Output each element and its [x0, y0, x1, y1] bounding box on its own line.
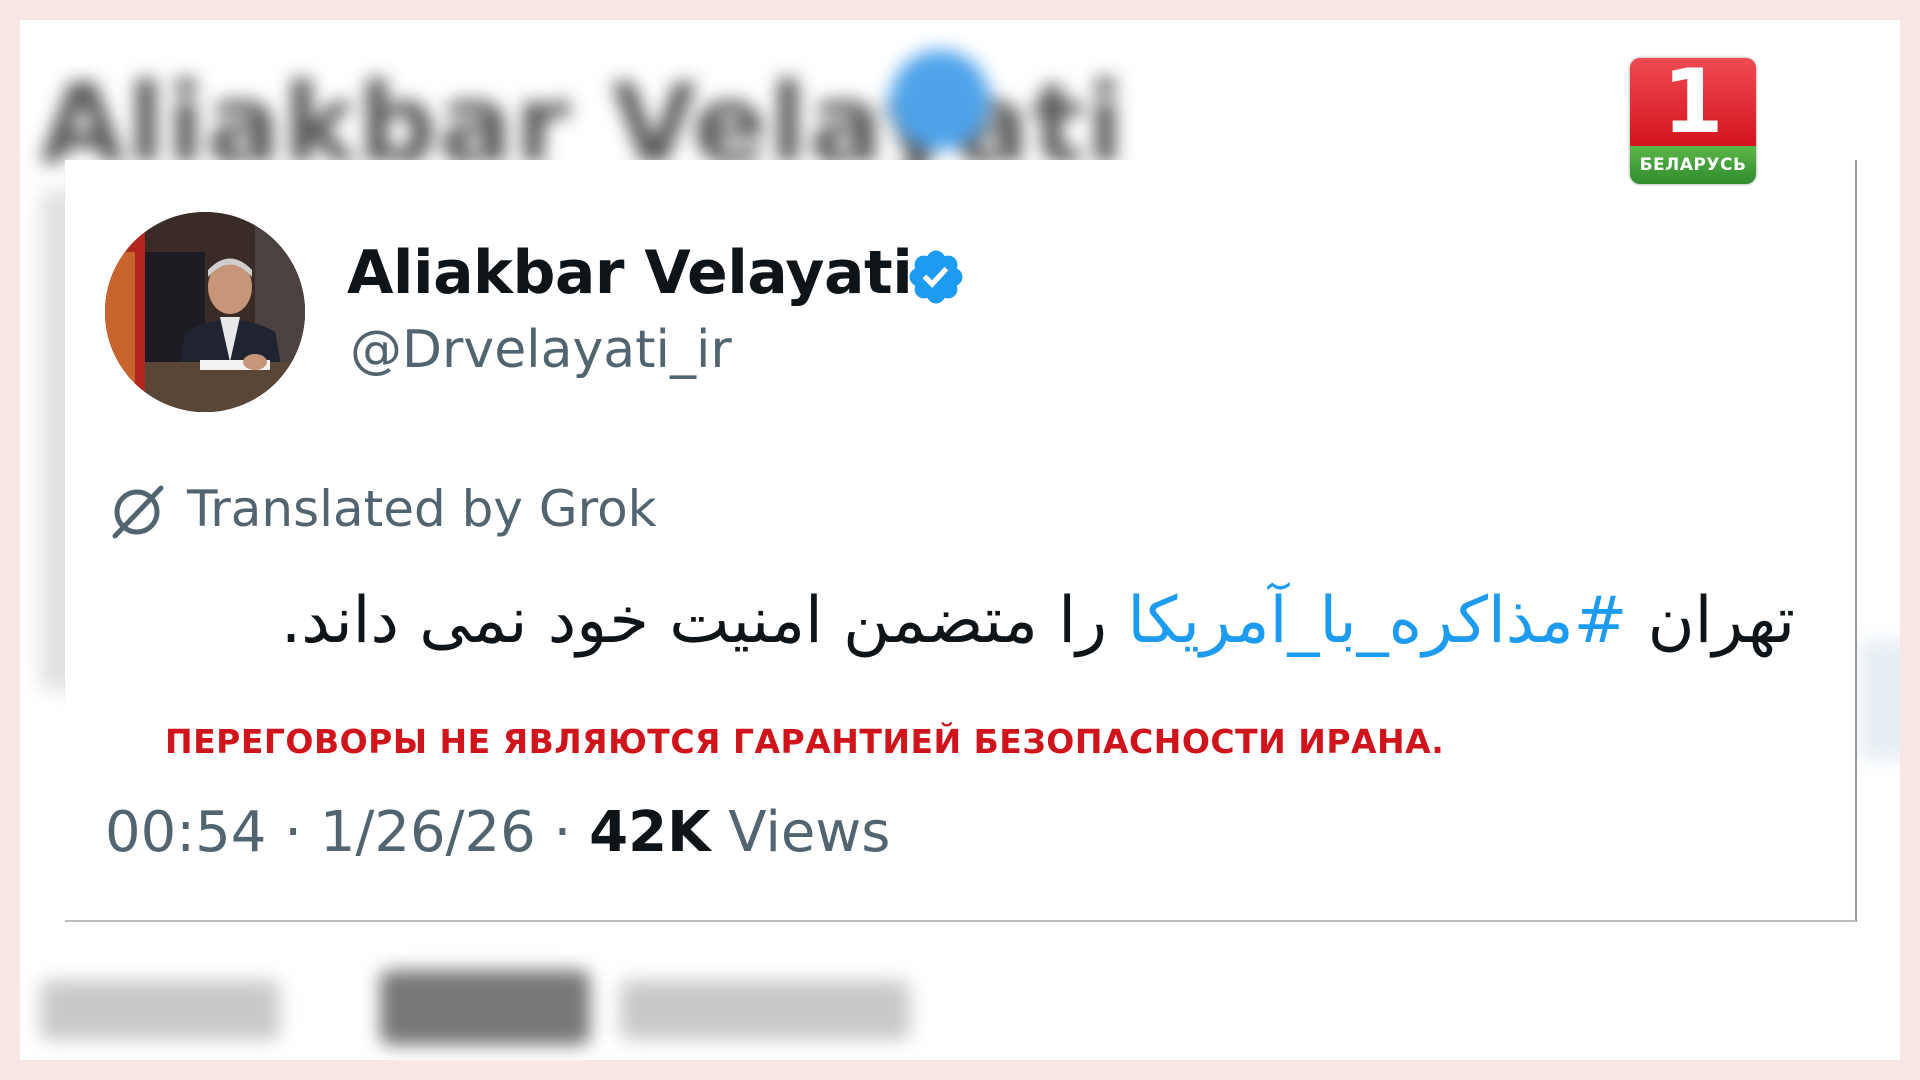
translation-caption: ПЕРЕГОВОРЫ НЕ ЯВЛЯЮТСЯ ГАРАНТИЕЙ БЕЗОПАС…	[165, 722, 1445, 761]
blurred-block	[1860, 640, 1900, 760]
views-label: Views	[728, 800, 891, 865]
channel-name: БЕЛАРУСЬ	[1630, 146, 1756, 184]
screenshot-frame: Aliakbar Velayati Aliakbar Velayati @Drv…	[20, 20, 1900, 1060]
avatar-photo-icon	[105, 212, 305, 412]
tweet-text-end: را متضمن امنیت خود نمی داند.	[280, 584, 1128, 658]
blurred-block	[40, 980, 280, 1040]
views-count: 42K	[589, 800, 711, 865]
hashtag-link[interactable]: #مذاکره_با_آمریکا	[1127, 584, 1627, 658]
translation-label: Translated by Grok	[187, 480, 657, 538]
channel-logo: 1 БЕЛАРУСЬ	[1630, 58, 1756, 184]
tweet-date[interactable]: 1/26/26	[320, 800, 536, 865]
avatar[interactable]	[105, 212, 305, 412]
author-handle[interactable]: @Drvelayati_ir	[350, 320, 732, 380]
blurred-block	[620, 980, 910, 1040]
blurred-block	[380, 970, 590, 1045]
tweet-text: تهران #مذاکره_با_آمریکا را متضمن امنیت خ…	[145, 580, 1795, 663]
blurred-verified-icon	[890, 50, 990, 150]
meta-separator: ·	[284, 800, 303, 865]
verified-badge-icon	[909, 250, 963, 304]
meta-separator: ·	[553, 800, 572, 865]
channel-number: 1	[1630, 58, 1756, 146]
grok-icon	[112, 485, 164, 539]
tweet-text-start: تهران	[1627, 584, 1795, 658]
tweet-card: Aliakbar Velayati @Drvelayati_ir Transla…	[65, 160, 1857, 922]
tweet-time[interactable]: 00:54	[105, 800, 266, 865]
author-name[interactable]: Aliakbar Velayati	[347, 238, 913, 308]
tweet-metadata: 00:54 · 1/26/26 · 42K Views	[105, 800, 890, 865]
